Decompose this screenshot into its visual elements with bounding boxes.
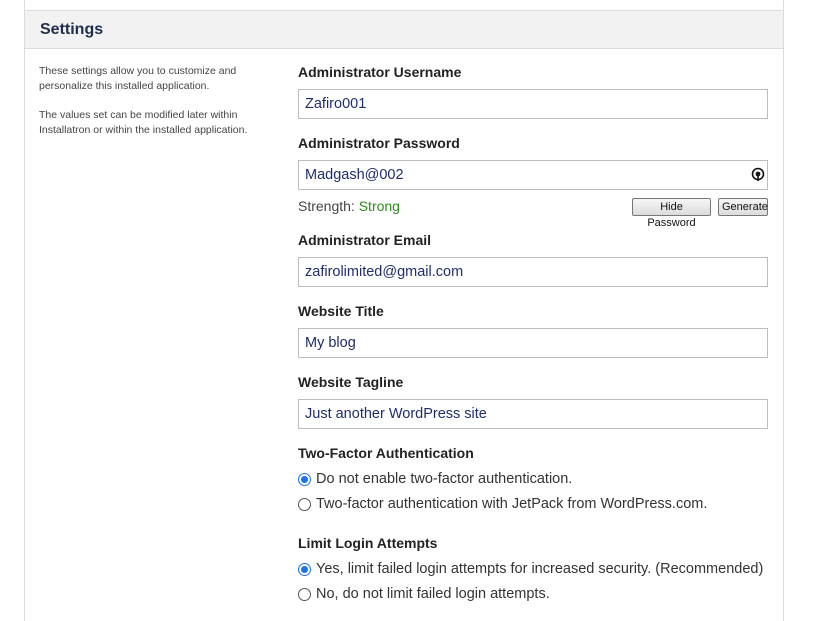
eye-icon[interactable] xyxy=(751,167,765,181)
panel-header: Settings xyxy=(25,10,783,49)
settings-panel: Settings These settings allow you to cus… xyxy=(24,0,784,621)
radio-label: Do not enable two-factor authentication. xyxy=(316,471,573,487)
website-tagline-field[interactable] xyxy=(298,399,768,429)
radio-button[interactable] xyxy=(298,562,311,576)
website-tagline-label: Website Tagline xyxy=(298,374,404,390)
two-factor-option-disable[interactable]: Do not enable two-factor authentication. xyxy=(298,471,572,487)
two-factor-option-jetpack[interactable]: Two-factor authentication with JetPack f… xyxy=(298,496,707,512)
panel-title: Settings xyxy=(40,21,104,38)
password-label: Administrator Password xyxy=(298,135,460,151)
strength-value: Strong xyxy=(358,198,400,214)
password-field[interactable] xyxy=(298,160,768,190)
radio-button[interactable] xyxy=(298,587,311,601)
limit-login-option-yes[interactable]: Yes, limit failed login attempts for inc… xyxy=(298,561,763,577)
radio-button[interactable] xyxy=(298,472,311,486)
website-title-field[interactable] xyxy=(298,328,768,358)
radio-label: Two-factor authentication with JetPack f… xyxy=(316,496,708,512)
radio-button[interactable] xyxy=(298,497,311,511)
strength-label: Strength: xyxy=(298,198,355,214)
limit-login-option-no[interactable]: No, do not limit failed login attempts. xyxy=(298,586,550,602)
help-text-2: The values set can be modified later wit… xyxy=(39,109,248,136)
username-label: Administrator Username xyxy=(298,64,462,80)
radio-label: Yes, limit failed login attempts for inc… xyxy=(316,561,764,577)
website-title-label: Website Title xyxy=(298,303,384,319)
two-factor-label: Two-Factor Authentication xyxy=(298,445,474,461)
username-field[interactable] xyxy=(298,89,768,119)
limit-login-label: Limit Login Attempts xyxy=(298,535,438,551)
email-field[interactable] xyxy=(298,257,768,287)
help-text-1: These settings allow you to customize an… xyxy=(39,65,237,92)
password-strength: Strength: Strong xyxy=(298,198,400,214)
email-label: Administrator Email xyxy=(298,232,432,248)
generate-button[interactable]: Generate xyxy=(718,198,768,216)
hide-password-button[interactable]: Hide Password xyxy=(632,198,711,229)
radio-label: No, do not limit failed login attempts. xyxy=(316,586,550,602)
